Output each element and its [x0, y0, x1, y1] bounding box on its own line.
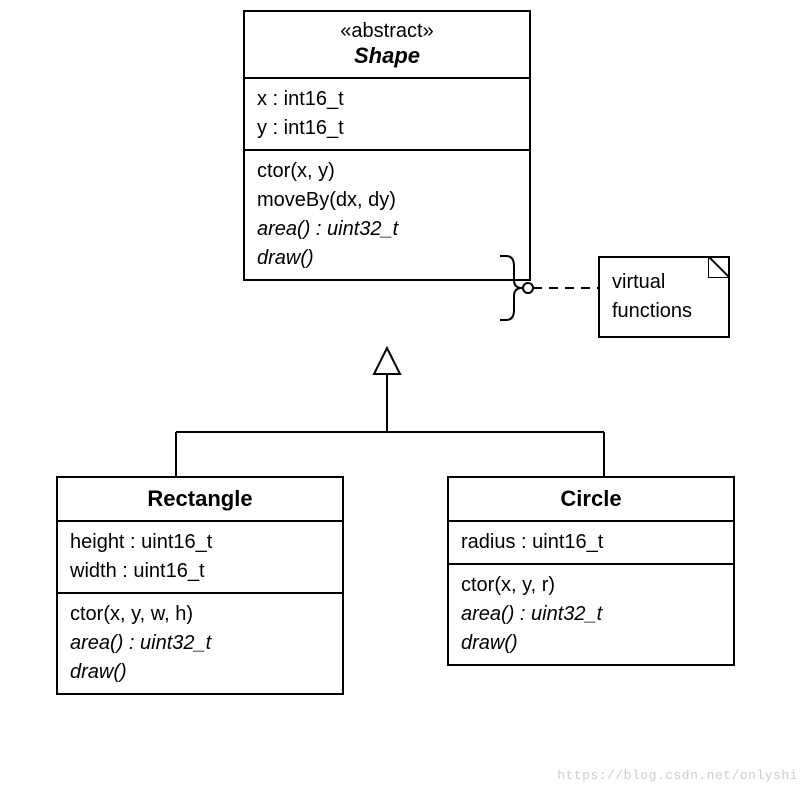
operation-virtual: area() : uint32_t [70, 629, 330, 658]
class-shape-title: «abstract» Shape [245, 12, 529, 79]
generalization-arrowhead-icon [374, 348, 400, 374]
operation-virtual: area() : uint32_t [461, 600, 721, 629]
class-circle-operations: ctor(x, y, r) area() : uint32_t draw() [449, 565, 733, 664]
attribute: height : uint16_t [70, 528, 330, 557]
class-shape-operations: ctor(x, y) moveBy(dx, dy) area() : uint3… [245, 151, 529, 279]
attribute: x : int16_t [257, 85, 517, 114]
operation-virtual: draw() [461, 629, 721, 658]
class-rectangle-title: Rectangle [58, 478, 342, 522]
stereotype-label: «abstract» [257, 20, 517, 43]
operation-virtual: draw() [257, 244, 517, 273]
operation: moveBy(dx, dy) [257, 186, 517, 215]
operation-virtual: draw() [70, 658, 330, 687]
attribute: radius : uint16_t [461, 528, 721, 557]
note-text: virtual [612, 268, 716, 297]
anchor-circle-icon [523, 283, 533, 293]
note-text: functions [612, 297, 716, 326]
operation: ctor(x, y) [257, 157, 517, 186]
class-name: Shape [354, 43, 420, 68]
operation-virtual: area() : uint32_t [257, 215, 517, 244]
class-rectangle: Rectangle height : uint16_t width : uint… [56, 476, 344, 695]
class-name: Circle [560, 486, 621, 511]
class-rectangle-operations: ctor(x, y, w, h) area() : uint32_t draw(… [58, 594, 342, 693]
operation: ctor(x, y, w, h) [70, 600, 330, 629]
note-fold-icon [708, 256, 730, 278]
watermark-text: https://blog.csdn.net/onlyshi [557, 768, 798, 783]
operation: ctor(x, y, r) [461, 571, 721, 600]
class-rectangle-attributes: height : uint16_t width : uint16_t [58, 522, 342, 594]
class-name: Rectangle [147, 486, 252, 511]
class-circle-attributes: radius : uint16_t [449, 522, 733, 565]
attribute: y : int16_t [257, 114, 517, 143]
note-virtual-functions: virtual functions [598, 256, 730, 338]
attribute: width : uint16_t [70, 557, 330, 586]
class-circle: Circle radius : uint16_t ctor(x, y, r) a… [447, 476, 735, 666]
class-shape-attributes: x : int16_t y : int16_t [245, 79, 529, 151]
class-shape: «abstract» Shape x : int16_t y : int16_t… [243, 10, 531, 281]
class-circle-title: Circle [449, 478, 733, 522]
